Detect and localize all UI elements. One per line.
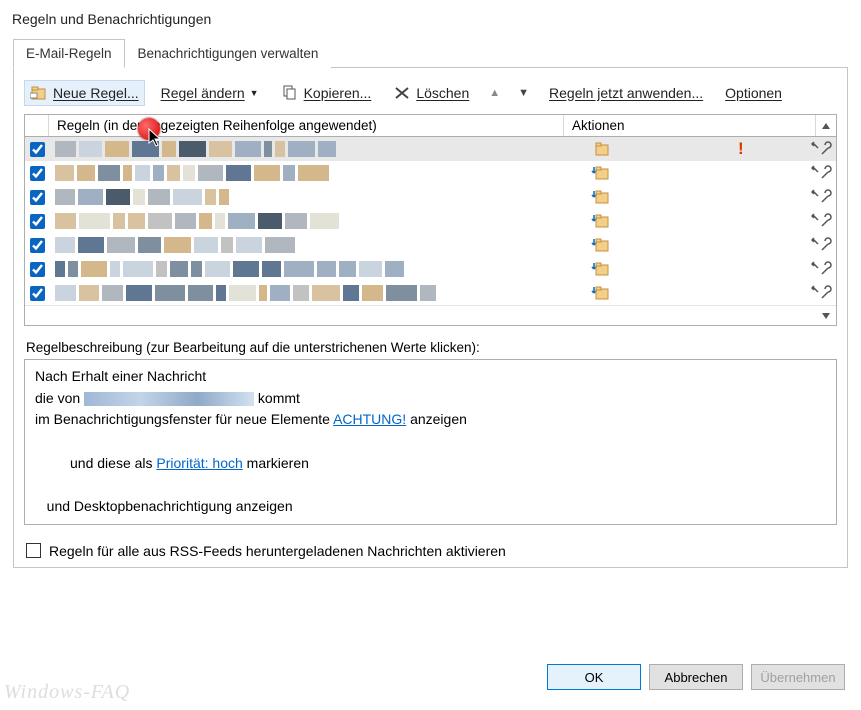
desc-line5: und Desktopbenachrichtigung anzeigen <box>35 496 826 518</box>
wrench-icon <box>810 212 832 230</box>
close-button[interactable] <box>815 4 861 34</box>
description-box: Nach Erhalt einer Nachricht die von komm… <box>24 359 837 525</box>
move-folder-icon <box>590 165 610 181</box>
dialog-footer: OK Abbrechen Übernehmen <box>547 664 845 690</box>
table-row[interactable] <box>25 185 836 209</box>
table-row[interactable] <box>25 161 836 185</box>
window-title: Regeln und Benachrichtigungen <box>12 11 211 27</box>
move-folder-icon <box>590 261 610 277</box>
grid-header-rules[interactable]: Regeln (in der angezeigten Reihenfolge a… <box>49 115 564 136</box>
row-actions <box>586 188 836 206</box>
options-label: Optionen <box>725 85 782 101</box>
wrench-icon <box>810 284 832 302</box>
titlebar: Regeln und Benachrichtigungen <box>0 0 861 38</box>
change-rule-label: Regel ändern <box>161 85 245 101</box>
delete-label: Löschen <box>416 85 469 101</box>
wrench-icon <box>810 140 832 158</box>
new-rule-icon <box>30 84 48 102</box>
row-checkbox[interactable] <box>25 283 49 304</box>
rule-name-redacted <box>49 213 586 229</box>
delete-icon <box>393 84 411 102</box>
tab-notifications[interactable]: Benachrichtigungen verwalten <box>125 39 332 68</box>
table-row[interactable] <box>25 257 836 281</box>
copy-button[interactable]: Kopieren... <box>275 80 378 106</box>
row-actions <box>586 212 836 230</box>
row-actions <box>586 164 836 182</box>
ok-button[interactable]: OK <box>547 664 641 690</box>
table-row[interactable]: ! <box>25 137 836 161</box>
desc-line3: im Benachrichtigungsfenster für neue Ele… <box>35 409 826 431</box>
move-up-button[interactable]: ▲ <box>485 85 504 101</box>
cancel-button[interactable]: Abbrechen <box>649 664 743 690</box>
rss-checkbox-row[interactable]: Regeln für alle aus RSS-Feeds herunterge… <box>26 543 835 559</box>
watermark: Windows-FAQ <box>4 681 130 704</box>
scroll-down-button[interactable] <box>816 306 836 325</box>
rules-grid: Regeln (in der angezeigten Reihenfolge a… <box>24 114 837 326</box>
rule-name-redacted <box>49 237 586 253</box>
options-button[interactable]: Optionen <box>719 81 788 105</box>
priority-icon: ! <box>734 139 748 159</box>
alert-text-link[interactable]: ACHTUNG! <box>333 411 406 427</box>
move-folder-icon <box>590 213 610 229</box>
row-actions <box>586 236 836 254</box>
rss-checkbox-label: Regeln für alle aus RSS-Feeds herunterge… <box>49 543 506 559</box>
table-row[interactable] <box>25 233 836 257</box>
row-checkbox[interactable] <box>25 235 49 256</box>
tab-email-rules[interactable]: E-Mail-Regeln <box>13 39 125 68</box>
apply-now-label: Regeln jetzt anwenden... <box>549 85 703 101</box>
row-checkbox[interactable] <box>25 139 49 160</box>
grid-header-actions[interactable]: Aktionen <box>564 115 816 136</box>
scroll-up-button[interactable] <box>816 115 836 136</box>
move-folder-icon <box>590 285 610 301</box>
rss-checkbox[interactable] <box>26 543 41 558</box>
rule-name-redacted <box>49 165 586 181</box>
dropdown-icon: ▼ <box>250 88 259 98</box>
grid-header-check <box>25 115 49 136</box>
row-checkbox[interactable] <box>25 187 49 208</box>
change-rule-button[interactable]: Regel ändern ▼ <box>155 81 265 105</box>
toolbar: Neue Regel... Regel ändern ▼ Kopieren...… <box>24 78 837 114</box>
alert-folder-icon <box>590 141 610 157</box>
grid-body: ! <box>25 137 836 305</box>
copy-icon <box>281 84 299 102</box>
wrench-icon <box>810 260 832 278</box>
desc-line1: Nach Erhalt einer Nachricht <box>35 366 826 388</box>
description-label: Regelbeschreibung (zur Bearbeitung auf d… <box>26 340 835 355</box>
apply-button[interactable]: Übernehmen <box>751 664 845 690</box>
apply-now-button[interactable]: Regeln jetzt anwenden... <box>543 81 709 105</box>
tabstrip: E-Mail-Regeln Benachrichtigungen verwalt… <box>13 38 848 68</box>
delete-button[interactable]: Löschen <box>387 80 475 106</box>
desc-line2: die von kommt <box>35 388 826 410</box>
move-down-button[interactable]: ▼ <box>514 85 533 101</box>
redacted-sender <box>84 392 254 406</box>
copy-label: Kopieren... <box>304 85 372 101</box>
table-row[interactable] <box>25 281 836 305</box>
priority-link[interactable]: Priorität: hoch <box>156 455 242 471</box>
table-row[interactable] <box>25 209 836 233</box>
new-rule-button[interactable]: Neue Regel... <box>24 80 145 106</box>
desc-line4: und diese als Priorität: hoch markieren <box>35 431 826 496</box>
new-rule-label: Neue Regel... <box>53 85 139 101</box>
rule-name-redacted <box>49 261 586 277</box>
rule-name-redacted <box>49 141 586 157</box>
row-actions: ! <box>586 139 836 159</box>
move-folder-icon <box>590 237 610 253</box>
wrench-icon <box>810 164 832 182</box>
row-actions <box>586 260 836 278</box>
wrench-icon <box>810 236 832 254</box>
rule-name-redacted <box>49 189 586 205</box>
row-checkbox[interactable] <box>25 259 49 280</box>
row-checkbox[interactable] <box>25 211 49 232</box>
wrench-icon <box>810 188 832 206</box>
row-actions <box>586 284 836 302</box>
grid-header: Regeln (in der angezeigten Reihenfolge a… <box>25 115 836 137</box>
rules-panel: Neue Regel... Regel ändern ▼ Kopieren...… <box>13 68 848 568</box>
row-checkbox[interactable] <box>25 163 49 184</box>
move-folder-icon <box>590 189 610 205</box>
rule-name-redacted <box>49 285 586 301</box>
